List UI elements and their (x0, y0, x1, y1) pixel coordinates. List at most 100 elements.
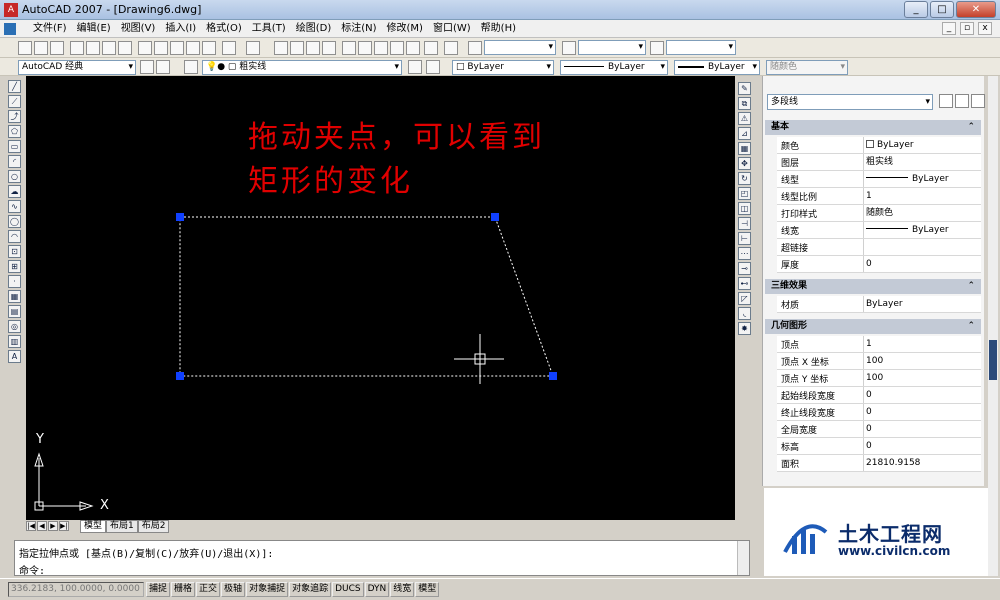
grip-top-right[interactable] (491, 213, 499, 221)
revision-cloud-icon[interactable]: ☁ (8, 185, 21, 198)
select-objects-icon[interactable] (955, 94, 969, 108)
property-value[interactable]: ByLayer (863, 171, 981, 187)
plot-icon[interactable] (70, 41, 84, 55)
drawing-canvas[interactable]: 拖动夹点，可以看到 矩形的变化 Y X (26, 76, 735, 520)
property-value[interactable]: ByLayer (863, 222, 981, 238)
property-value[interactable]: 100 (863, 353, 981, 369)
property-row[interactable]: 线型 ByLayer (777, 171, 981, 188)
property-row[interactable]: 顶点 X 坐标 100 (777, 353, 981, 370)
property-row[interactable]: 打印样式 随颜色 (777, 205, 981, 222)
match-properties-icon[interactable] (186, 41, 200, 55)
property-value[interactable]: 21810.9158 (863, 455, 981, 471)
region-icon[interactable]: ◎ (8, 320, 21, 333)
property-value[interactable]: 0 (863, 421, 981, 437)
property-row[interactable]: 全局宽度 0 (777, 421, 981, 438)
status-toggle[interactable]: DYN (364, 582, 390, 597)
property-row[interactable]: 厚度 0 (777, 256, 981, 273)
property-row[interactable]: 线宽 ByLayer (777, 222, 981, 239)
layer-combo[interactable]: 💡● ▢ 粗实线 (202, 60, 402, 75)
menu-item[interactable]: 工具(T) (247, 22, 291, 36)
sheet-set-icon[interactable] (390, 41, 404, 55)
property-row[interactable]: 顶点 Y 坐标 100 (777, 370, 981, 387)
erase-icon[interactable]: ✎ (738, 82, 751, 95)
property-section-header[interactable]: 几何图形 (765, 319, 981, 334)
trim-icon[interactable]: ⊣ (738, 217, 751, 230)
status-toggle[interactable]: 对象捕捉 (246, 582, 289, 597)
menu-item[interactable]: 文件(F) (28, 22, 72, 36)
property-row[interactable]: 图层 粗实线 (777, 154, 981, 171)
palette-scroll-thumb[interactable] (989, 340, 997, 380)
tab-nav-button[interactable]: ▶ (48, 521, 58, 531)
layer-manager-icon[interactable] (184, 60, 198, 74)
status-toggle[interactable]: DUCS (332, 582, 364, 597)
menu-item[interactable]: 编辑(E) (72, 22, 116, 36)
table-style-combo[interactable] (666, 40, 736, 55)
rotate-icon[interactable]: ↻ (738, 172, 751, 185)
break-point-icon[interactable]: ⋯ (738, 247, 751, 260)
circle-icon[interactable]: ○ (8, 170, 21, 183)
menu-item[interactable]: 窗口(W) (428, 22, 476, 36)
property-value[interactable]: 1 (863, 188, 981, 204)
property-row[interactable]: 线型比例 1 (777, 188, 981, 205)
status-toggle[interactable]: 捕捉 (146, 582, 171, 597)
join-icon[interactable]: ⊷ (738, 277, 751, 290)
menu-item[interactable]: 绘图(D) (291, 22, 337, 36)
status-toggle[interactable]: 正交 (196, 582, 221, 597)
tab-nav-button[interactable]: ◀ (37, 521, 47, 531)
extend-icon[interactable]: ⊢ (738, 232, 751, 245)
grip-bottom-right[interactable] (549, 372, 557, 380)
publish-icon[interactable] (102, 41, 116, 55)
property-row[interactable]: 终止线段宽度 0 (777, 404, 981, 421)
tab-nav-button[interactable]: |◀ (26, 521, 36, 531)
markup-icon[interactable] (406, 41, 420, 55)
text-style-combo[interactable] (484, 40, 556, 55)
table-icon[interactable]: ▥ (8, 335, 21, 348)
array-icon[interactable]: ▦ (738, 142, 751, 155)
mtext-icon[interactable]: A (8, 350, 21, 363)
property-row[interactable]: 面积 21810.9158 (777, 455, 981, 472)
spline-icon[interactable]: ∿ (8, 200, 21, 213)
property-value[interactable]: ByLayer (863, 137, 981, 153)
chamfer-icon[interactable]: ◸ (738, 292, 751, 305)
make-block-icon[interactable]: ⊞ (8, 260, 21, 273)
property-value[interactable]: 0 (863, 404, 981, 420)
ellipse-arc-icon[interactable]: ◠ (8, 230, 21, 243)
quickcalc-icon[interactable] (424, 41, 438, 55)
copy-icon[interactable]: ⧉ (738, 97, 751, 110)
hatch-icon[interactable]: ▦ (8, 290, 21, 303)
property-value[interactable]: 100 (863, 370, 981, 386)
property-row[interactable]: 起始线段宽度 0 (777, 387, 981, 404)
property-value[interactable]: 1 (863, 336, 981, 352)
line-icon[interactable]: ╱ (8, 80, 21, 93)
scale-icon[interactable]: ◰ (738, 187, 751, 200)
pan-icon[interactable] (274, 41, 288, 55)
zoom-window-icon[interactable] (306, 41, 320, 55)
arc-icon[interactable]: ◜ (8, 155, 21, 168)
ellipse-icon[interactable]: ◯ (8, 215, 21, 228)
menu-item[interactable]: 插入(I) (160, 22, 201, 36)
status-toggle[interactable]: 对象追踪 (289, 582, 332, 597)
minimize-button[interactable]: _ (904, 1, 928, 18)
grip-top-left[interactable] (176, 213, 184, 221)
make-current-layer-icon[interactable] (408, 60, 422, 74)
menu-item[interactable]: 帮助(H) (476, 22, 521, 36)
property-value[interactable]: 0 (863, 256, 981, 272)
command-scrollbar[interactable] (737, 541, 749, 575)
property-value[interactable]: ByLayer (863, 296, 981, 312)
status-toggle[interactable]: 线宽 (390, 582, 415, 597)
command-window[interactable]: 指定拉伸点或 [基点(B)/复制(C)/放弃(U)/退出(X)]: 命令: (14, 540, 750, 577)
help-icon[interactable] (444, 41, 458, 55)
color-combo[interactable]: □ ByLayer (452, 60, 554, 75)
property-section-header[interactable]: 基本 (765, 120, 981, 135)
paste-icon[interactable] (170, 41, 184, 55)
close-button[interactable]: ✕ (956, 1, 996, 18)
property-row[interactable]: 顶点 1 (777, 336, 981, 353)
menu-item[interactable]: 格式(O) (201, 22, 247, 36)
cut-icon[interactable] (138, 41, 152, 55)
quick-select-icon[interactable] (971, 94, 985, 108)
layer-previous-icon[interactable] (426, 60, 440, 74)
layout-tab[interactable]: 布局1 (106, 520, 138, 533)
plot-preview-icon[interactable] (86, 41, 100, 55)
status-toggle[interactable]: 模型 (415, 582, 440, 597)
undo-icon[interactable] (222, 41, 236, 55)
